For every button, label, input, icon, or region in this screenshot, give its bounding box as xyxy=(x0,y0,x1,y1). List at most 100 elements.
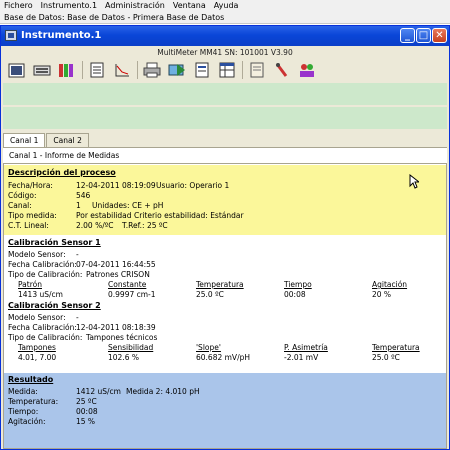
ct-value: 2.00 %/ºC xyxy=(76,221,114,230)
cal1-value-constante: 0.9997 cm-1 xyxy=(108,290,156,299)
process-title: Descripción del proceso xyxy=(8,168,116,177)
cal1-header-tiempo: Tiempo xyxy=(284,280,312,289)
medida-label: Medida: xyxy=(8,387,38,396)
codigo-label: Código: xyxy=(8,191,37,200)
table-icon[interactable] xyxy=(217,61,236,79)
result-section: Resultado Medida: 1412 uS/cm Medida 2: 4… xyxy=(4,373,446,448)
notes-icon[interactable] xyxy=(247,61,266,79)
tipo-value: Por estabilidad xyxy=(76,211,132,220)
cal2-value-sensibilidad: 102.6 % xyxy=(108,353,139,362)
keyboard-icon[interactable] xyxy=(32,61,51,79)
report-icon[interactable] xyxy=(87,61,106,79)
probe-icon[interactable] xyxy=(272,61,291,79)
cal2-title: Calibración Sensor 2 xyxy=(8,301,101,310)
export-icon[interactable] xyxy=(167,61,186,79)
toolbar-separator xyxy=(137,61,138,79)
instrument-window: Instrumento.1 _ □ ✕ MultiMeter MM41 SN: … xyxy=(0,25,450,450)
cal2-modelo-label: Modelo Sensor: xyxy=(8,313,66,322)
status-panel-top xyxy=(3,83,447,105)
fecha-value: 12-04-2011 08:19:09 xyxy=(76,181,156,190)
menu-instrumento[interactable]: Instrumento.1 xyxy=(37,0,101,12)
medida-value: 1412 uS/cm xyxy=(76,387,121,396)
result-title: Resultado xyxy=(8,375,54,384)
users-icon[interactable] xyxy=(297,61,316,79)
process-section: Descripción del proceso Fecha/Hora: 12-0… xyxy=(4,165,446,235)
cal2-header-tampones: Tampones xyxy=(18,343,56,352)
window-title: Instrumento.1 xyxy=(21,30,102,41)
criterio-value: Criterio estabilidad: Estándar xyxy=(134,211,244,220)
device-info: MultiMeter MM41 SN: 101001 V3.90 xyxy=(157,48,293,57)
cal1-fecha-value: 07-04-2011 16:44:55 xyxy=(76,260,156,269)
cal2-fecha-value: 12-04-2011 08:18:39 xyxy=(76,323,156,332)
window-icon xyxy=(5,30,17,41)
instrument-icon[interactable] xyxy=(7,61,26,79)
cal2-value-slope: 60.682 mV/pH xyxy=(196,353,250,362)
toolbar-separator xyxy=(242,61,243,79)
agitacion-label: Agitación: xyxy=(8,417,46,426)
edit-report-icon[interactable] xyxy=(192,61,211,79)
cal2-fecha-label: Fecha Calibración: xyxy=(8,323,77,332)
tiempo-label: Tiempo: xyxy=(8,407,39,416)
calibration-sensor-2: Calibración Sensor 2 Modelo Sensor: - Fe… xyxy=(4,301,446,371)
cal1-header-temperatura: Temperatura xyxy=(196,280,244,289)
cal1-modelo-value: - xyxy=(76,250,79,259)
cal2-tipo-label: Tipo de Calibración: xyxy=(8,333,83,342)
cal1-value-tiempo: 00:08 xyxy=(284,290,306,299)
measurement-report: Descripción del proceso Fecha/Hora: 12-0… xyxy=(3,163,447,449)
cal1-modelo-label: Modelo Sensor: xyxy=(8,250,66,259)
graph-icon[interactable] xyxy=(112,61,131,79)
cal2-header-sensibilidad: Sensibilidad xyxy=(108,343,154,352)
menu-ayuda[interactable]: Ayuda xyxy=(210,0,243,12)
tipo-label: Tipo medida: xyxy=(8,211,57,220)
cal1-header-constante: Constante xyxy=(108,280,147,289)
cal1-tipo-label: Tipo de Calibración: xyxy=(8,270,83,279)
unidades-label: Unidades: xyxy=(92,201,130,210)
cal1-header-agitacion: Agitación xyxy=(372,280,408,289)
print-icon[interactable] xyxy=(142,61,161,79)
tref-value: T.Ref.: 25 ºC xyxy=(122,221,168,230)
agitacion-value: 15 % xyxy=(76,417,96,426)
canal-label: Canal: xyxy=(8,201,32,210)
codigo-value: 546 xyxy=(76,191,91,200)
menu-ventana[interactable]: Ventana xyxy=(169,0,210,12)
cal1-fecha-label: Fecha Calibración: xyxy=(8,260,77,269)
cal2-value-asimetria: -2.01 mV xyxy=(284,353,319,362)
maximize-button[interactable]: □ xyxy=(416,28,431,43)
calibration-sensor-1: Calibración Sensor 1 Modelo Sensor: - Fe… xyxy=(4,236,446,300)
menu-fichero[interactable]: Fichero xyxy=(0,0,37,12)
unidades-value: CE + pH xyxy=(132,201,164,210)
tiempo-value: 00:08 xyxy=(76,407,98,416)
cal1-title: Calibración Sensor 1 xyxy=(8,238,101,247)
status-panel-bottom xyxy=(3,107,447,129)
menu-bar: Fichero Instrumento.1 Administración Ven… xyxy=(0,0,450,12)
toolbar-separator xyxy=(82,61,83,79)
cal1-value-temperatura: 25.0 ºC xyxy=(196,290,224,299)
usuario-value: Usuario: Operario 1 xyxy=(156,181,230,190)
cal1-value-patron: 1413 uS/cm xyxy=(18,290,63,299)
cal2-header-slope: 'Slope' xyxy=(196,343,221,352)
mouse-cursor-icon xyxy=(409,174,419,189)
cal2-tipo-value: Tampones técnicos xyxy=(86,333,158,342)
cal2-value-tampones: 4.01, 7.00 xyxy=(18,353,57,362)
medida2-value: Medida 2: 4.010 pH xyxy=(126,387,200,396)
tab-canal-2[interactable]: Canal 2 xyxy=(46,133,89,147)
window-titlebar[interactable]: Instrumento.1 _ □ ✕ xyxy=(1,26,449,46)
buffers-icon[interactable] xyxy=(57,61,76,79)
tab-canal-1[interactable]: Canal 1 xyxy=(3,133,46,148)
fecha-label: Fecha/Hora: xyxy=(8,181,53,190)
toolbar xyxy=(1,59,449,81)
canal-value: 1 xyxy=(76,201,81,210)
cal1-value-agitacion: 20 % xyxy=(372,290,392,299)
cal1-tipo-value: Patrones CRISON xyxy=(86,270,150,279)
database-path: Base de Datos: Base de Datos - Primera B… xyxy=(0,12,450,24)
cal2-header-temperatura: Temperatura xyxy=(372,343,420,352)
channel-tabs: Canal 1 Canal 2 xyxy=(3,133,90,148)
report-subheader: Canal 1 - Informe de Medidas xyxy=(3,147,447,163)
cal2-modelo-value: - xyxy=(76,313,79,322)
close-button[interactable]: ✕ xyxy=(432,28,447,43)
temp-label: Temperatura: xyxy=(8,397,59,406)
cal2-value-temperatura: 25.0 ºC xyxy=(372,353,400,362)
temp-value: 25 ºC xyxy=(76,397,97,406)
menu-administracion[interactable]: Administración xyxy=(101,0,169,12)
minimize-button[interactable]: _ xyxy=(400,28,415,43)
